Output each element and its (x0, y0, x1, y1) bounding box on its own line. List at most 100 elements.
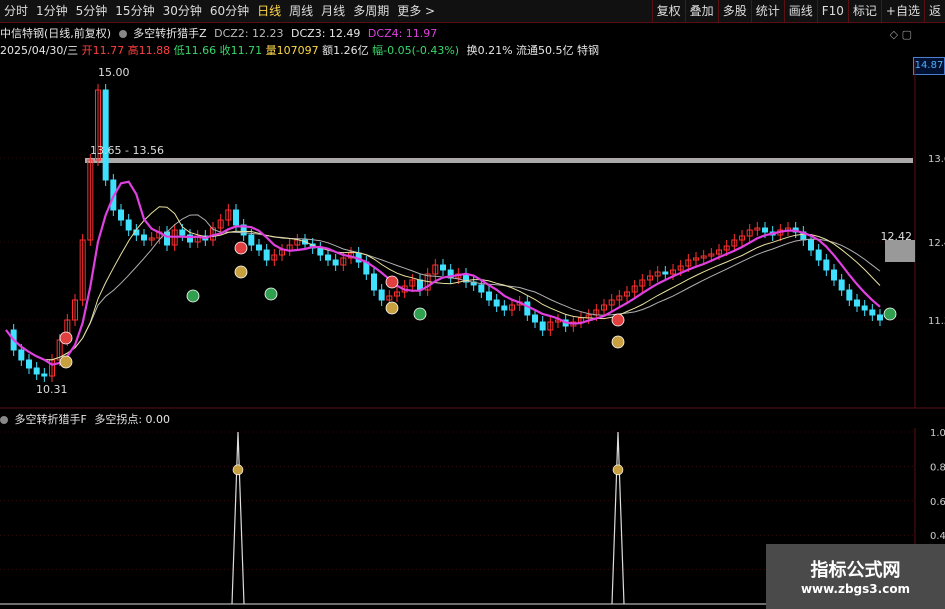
candle-body (41, 373, 48, 377)
price-axis-label: 11.3 (928, 316, 945, 327)
tool-button-6[interactable]: 标记 (847, 0, 881, 22)
tool-button-8[interactable]: 返 (923, 0, 945, 22)
spike-marker (232, 464, 244, 476)
candle-body (179, 229, 186, 236)
tool-button-0[interactable]: 复权 (651, 0, 685, 22)
corner-icons[interactable]: ◇ ▢ (890, 28, 912, 41)
candle-body (263, 249, 270, 261)
signal-marker (234, 241, 248, 255)
candle-body (762, 227, 768, 233)
tool-button-4[interactable]: 画线 (783, 0, 817, 22)
sector-tag[interactable]: 特钢 (577, 44, 599, 57)
candle-body (33, 367, 40, 375)
candle-body (823, 259, 830, 271)
sub-indicator-header: 多空转折猎手F 多空拐点: 0.00 (0, 411, 910, 427)
candle-body (838, 279, 845, 291)
signal-marker (234, 265, 248, 279)
tool-button-2[interactable]: 多股 (717, 0, 751, 22)
high-value: 高11.88 (127, 44, 171, 57)
period-tab-6[interactable]: 日线 (253, 0, 285, 22)
date-value: 2025/04/30/三 (0, 44, 79, 57)
info-line-1: 中信特钢(日线,前复权) 多空转折猎手Z DCZ2: 12.23 DCZ3: 1… (0, 25, 910, 41)
candle-body (486, 291, 492, 301)
stock-title[interactable]: 中信特钢(日线,前复权) (0, 27, 111, 40)
signal-marker (59, 331, 73, 345)
candle-body (325, 254, 331, 261)
candle-body (877, 314, 883, 321)
spike-marker (612, 464, 624, 476)
tool-button-7[interactable]: +自选 (880, 0, 924, 22)
candle-body (854, 299, 860, 307)
period-tab-1[interactable]: 1分钟 (32, 0, 72, 22)
candle-body (332, 259, 339, 266)
candle-body (256, 244, 262, 251)
candle-body (440, 264, 446, 271)
candle-body (662, 271, 669, 275)
candle-body (501, 305, 508, 311)
candle-body (233, 209, 239, 226)
candle-body (815, 249, 822, 261)
low-value: 低11.66 (173, 44, 217, 57)
candle-body (869, 309, 876, 316)
candle-body (831, 269, 837, 281)
turning-point-spike (611, 431, 625, 605)
close-value: 收11.71 (219, 44, 263, 57)
sub-axis-label: 0.4 (930, 531, 945, 542)
period-tab-9[interactable]: 多周期 (349, 0, 393, 22)
signal-marker (385, 275, 399, 289)
turning-point-spike (231, 431, 245, 605)
candlestick-chart[interactable]: 13.6 12.4 11.3 15.00 10.31 13.65 - 13.56 12.42 (0, 60, 945, 410)
sub-indicator-toggle-icon[interactable] (0, 416, 8, 424)
tool-button-5[interactable]: F10 (816, 0, 848, 22)
low-price-label: 10.31 (36, 383, 68, 396)
sub-indicator-name[interactable]: 多空转折猎手F (15, 413, 87, 426)
candle-body (524, 301, 531, 316)
period-tab-4[interactable]: 30分钟 (159, 0, 206, 22)
signal-marker (413, 307, 427, 321)
signal-marker (611, 313, 625, 327)
tool-button-1[interactable]: 叠加 (684, 0, 718, 22)
change-value: 幅-0.05(-0.43%) (372, 44, 460, 57)
watermark: 指标公式网 www.zbgs3.com (766, 544, 945, 609)
price-axis-label: 13.6 (928, 154, 945, 165)
resistance-zone (85, 158, 913, 163)
candle-body (371, 273, 377, 291)
indicator-name[interactable]: 多空转折猎手Z (133, 27, 207, 40)
candle-body (378, 289, 385, 301)
signal-marker (611, 335, 625, 349)
candle-body (861, 305, 868, 311)
period-tab-10[interactable]: 更多 > (393, 0, 439, 22)
candle-body (125, 219, 132, 231)
tool-button-3[interactable]: 统计 (750, 0, 784, 22)
period-tab-2[interactable]: 5分钟 (72, 0, 112, 22)
candle-body (102, 89, 109, 181)
period-tab-5[interactable]: 60分钟 (206, 0, 253, 22)
candle-body (26, 359, 32, 369)
candle-body (248, 234, 255, 246)
open-value: 开11.77 (81, 44, 125, 57)
candle-body (18, 349, 25, 361)
period-tab-7[interactable]: 周线 (285, 0, 317, 22)
candle-body (808, 239, 814, 251)
period-tabs: 分时 1分钟 5分钟 15分钟 30分钟 60分钟 日线 周线 月线 多周期 更多 > (0, 0, 439, 22)
sub-axis-label: 1.0 (930, 428, 945, 439)
candle-body (846, 289, 853, 301)
period-tab-8[interactable]: 月线 (317, 0, 349, 22)
last-price-label: 12.42 (881, 230, 913, 243)
candle-body (317, 247, 324, 256)
signal-marker (883, 307, 897, 321)
period-tab-3[interactable]: 15分钟 (111, 0, 158, 22)
period-toolbar: 分时 1分钟 5分钟 15分钟 30分钟 60分钟 日线 周线 月线 多周期 更多 > 复权 叠加 多股… (0, 0, 945, 23)
ma-line-slow-gray (5, 214, 881, 361)
candle-body (118, 209, 124, 221)
zone-price-label: 13.65 - 13.56 (90, 144, 164, 157)
watermark-url: www.zbgs3.com (800, 582, 911, 596)
amount-value: 额1.26亿 (322, 44, 369, 57)
indicator-toggle-icon[interactable] (118, 30, 127, 38)
dcz3-value: DCZ3: 12.49 (291, 27, 361, 40)
period-tab-0[interactable]: 分时 (0, 0, 32, 22)
dcz4-value: DCZ4: 11.97 (367, 27, 438, 40)
candle-body (493, 299, 500, 307)
price-axis-label: 12.4 (928, 238, 945, 249)
float-value: 流通50.5亿 (516, 44, 574, 57)
